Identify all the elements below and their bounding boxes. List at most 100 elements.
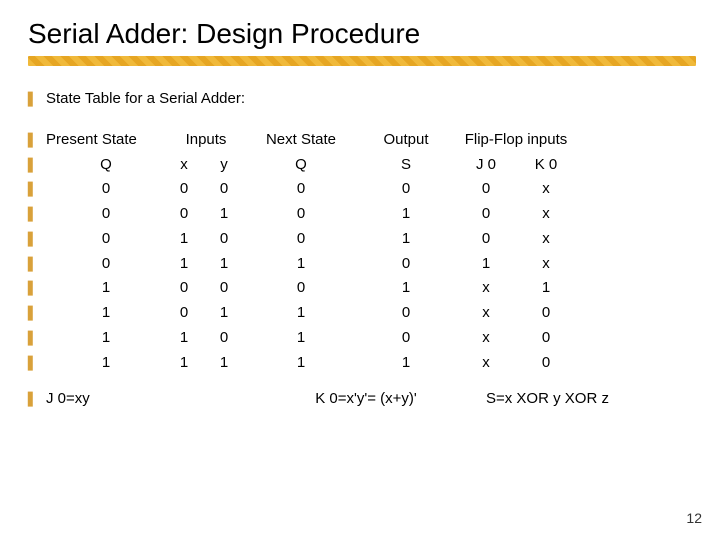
bullet-icon: ❚ — [24, 329, 46, 348]
cell-j0: x — [456, 329, 516, 348]
table-row: ❚11010x0 — [24, 329, 696, 348]
cell-q: 0 — [46, 230, 166, 249]
col-q: Q — [46, 156, 166, 175]
col-q2: Q — [246, 156, 356, 175]
cell-k0: 0 — [516, 329, 576, 348]
cell-y: 1 — [202, 255, 246, 274]
cell-y: 0 — [202, 230, 246, 249]
cell-q: 0 — [46, 255, 166, 274]
cell-y: 0 — [202, 279, 246, 298]
intro-text: State Table for a Serial Adder: — [46, 90, 245, 109]
cell-j0: x — [456, 304, 516, 323]
cell-x: 1 — [166, 230, 202, 249]
table-row: ❚10110x0 — [24, 304, 696, 323]
formula-k: K 0=x'y'= (x+y)' — [246, 390, 486, 409]
cell-y: 0 — [202, 180, 246, 199]
cell-s: 0 — [356, 180, 456, 199]
col-x: x — [166, 156, 202, 175]
cell-k0: x — [516, 230, 576, 249]
cell-q: 1 — [46, 329, 166, 348]
cell-y: 1 — [202, 304, 246, 323]
cell-next-q: 1 — [246, 304, 356, 323]
cell-s: 0 — [356, 304, 456, 323]
formula-j: J 0=xy — [46, 390, 246, 409]
bullet-icon: ❚ — [24, 131, 46, 150]
col-inputs: Inputs — [166, 131, 246, 150]
col-flipflop: Flip-Flop inputs — [456, 131, 576, 150]
bullet-icon: ❚ — [24, 354, 46, 373]
cell-k0: 0 — [516, 354, 576, 373]
cell-next-q: 0 — [246, 180, 356, 199]
col-output: Output — [356, 131, 456, 150]
col-k0: K 0 — [516, 156, 576, 175]
cell-q: 1 — [46, 279, 166, 298]
cell-y: 1 — [202, 354, 246, 373]
bullet-icon: ❚ — [24, 255, 46, 274]
bullet-icon: ❚ — [24, 230, 46, 249]
table-header-row-1: ❚ Present State Inputs Next State Output… — [24, 131, 696, 150]
col-j0: J 0 — [456, 156, 516, 175]
cell-x: 0 — [166, 304, 202, 323]
formula-row: ❚ J 0=xy K 0=x'y'= (x+y)' S=x XOR y XOR … — [24, 390, 696, 409]
cell-q: 1 — [46, 354, 166, 373]
cell-q: 0 — [46, 180, 166, 199]
cell-s: 0 — [356, 329, 456, 348]
bullet-icon: ❚ — [24, 180, 46, 199]
cell-x: 1 — [166, 255, 202, 274]
col-next-state: Next State — [246, 131, 356, 150]
table-body: ❚000000x❚001010x❚010010x❚011101x❚10001x1… — [24, 180, 696, 372]
bullet-icon: ❚ — [24, 279, 46, 298]
page-title: Serial Adder: Design Procedure — [28, 18, 696, 50]
table-row: ❚000000x — [24, 180, 696, 199]
col-present-state: Present State — [46, 131, 166, 150]
cell-s: 0 — [356, 255, 456, 274]
formula-s: S=x XOR y XOR z — [486, 390, 686, 409]
cell-s: 1 — [356, 230, 456, 249]
cell-s: 1 — [356, 354, 456, 373]
table-row: ❚10001x1 — [24, 279, 696, 298]
cell-y: 0 — [202, 329, 246, 348]
slide: Serial Adder: Design Procedure ❚ State T… — [0, 0, 720, 540]
table-row: ❚11111x0 — [24, 354, 696, 373]
table-header-row-2: ❚ Q x y Q S J 0 K 0 — [24, 156, 696, 175]
page-number: 12 — [686, 510, 702, 526]
cell-j0: 0 — [456, 205, 516, 224]
intro-row: ❚ State Table for a Serial Adder: — [24, 90, 696, 109]
cell-k0: x — [516, 180, 576, 199]
bullet-icon: ❚ — [24, 304, 46, 323]
cell-j0: x — [456, 279, 516, 298]
cell-k0: x — [516, 255, 576, 274]
cell-j0: 0 — [456, 180, 516, 199]
cell-next-q: 1 — [246, 255, 356, 274]
cell-next-q: 0 — [246, 279, 356, 298]
cell-s: 1 — [356, 279, 456, 298]
cell-j0: x — [456, 354, 516, 373]
table-row: ❚011101x — [24, 255, 696, 274]
cell-next-q: 1 — [246, 329, 356, 348]
cell-y: 1 — [202, 205, 246, 224]
cell-next-q: 0 — [246, 205, 356, 224]
cell-q: 0 — [46, 205, 166, 224]
cell-s: 1 — [356, 205, 456, 224]
bullet-icon: ❚ — [24, 90, 46, 109]
bullet-icon: ❚ — [24, 156, 46, 175]
bullet-icon: ❚ — [24, 390, 46, 409]
col-s: S — [356, 156, 456, 175]
cell-next-q: 1 — [246, 354, 356, 373]
cell-x: 0 — [166, 205, 202, 224]
cell-j0: 0 — [456, 230, 516, 249]
col-y: y — [202, 156, 246, 175]
table-row: ❚001010x — [24, 205, 696, 224]
table-row: ❚010010x — [24, 230, 696, 249]
title-underline — [28, 56, 696, 66]
cell-x: 1 — [166, 354, 202, 373]
cell-x: 1 — [166, 329, 202, 348]
cell-next-q: 0 — [246, 230, 356, 249]
cell-x: 0 — [166, 180, 202, 199]
cell-k0: 0 — [516, 304, 576, 323]
cell-k0: x — [516, 205, 576, 224]
cell-x: 0 — [166, 279, 202, 298]
cell-q: 1 — [46, 304, 166, 323]
cell-j0: 1 — [456, 255, 516, 274]
content: ❚ State Table for a Serial Adder: ❚ Pres… — [24, 90, 696, 409]
